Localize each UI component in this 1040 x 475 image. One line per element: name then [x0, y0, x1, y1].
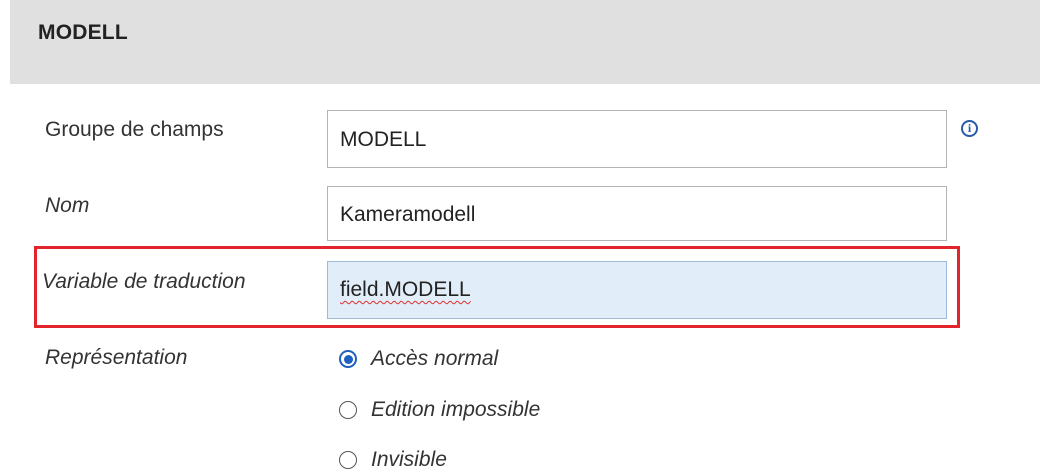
- field-group-input[interactable]: MODELL: [327, 110, 947, 168]
- radio-normal-access-label: Accès normal: [371, 347, 499, 370]
- radio-checked-icon[interactable]: [339, 350, 357, 368]
- radio-normal-access[interactable]: Accès normal: [339, 344, 498, 374]
- representation-label: Représentation: [45, 346, 188, 369]
- field-group-label: Groupe de champs: [45, 118, 224, 141]
- name-input[interactable]: Kameramodell: [327, 186, 947, 241]
- name-label: Nom: [45, 194, 90, 217]
- section-title: MODELL: [38, 21, 128, 44]
- radio-unchecked-icon[interactable]: [339, 451, 357, 469]
- translation-variable-input[interactable]: field.MODELL: [327, 261, 947, 319]
- translation-variable-value: field.MODELL: [340, 278, 471, 301]
- radio-unchecked-icon[interactable]: [339, 401, 357, 419]
- section-header: MODELL: [10, 0, 1040, 84]
- radio-read-only[interactable]: Edition impossible: [339, 395, 540, 425]
- info-icon[interactable]: i: [961, 120, 978, 137]
- radio-read-only-label: Edition impossible: [371, 398, 541, 421]
- translation-variable-label: Variable de traduction: [42, 270, 246, 293]
- radio-invisible[interactable]: Invisible: [339, 445, 447, 475]
- radio-invisible-label: Invisible: [371, 448, 447, 471]
